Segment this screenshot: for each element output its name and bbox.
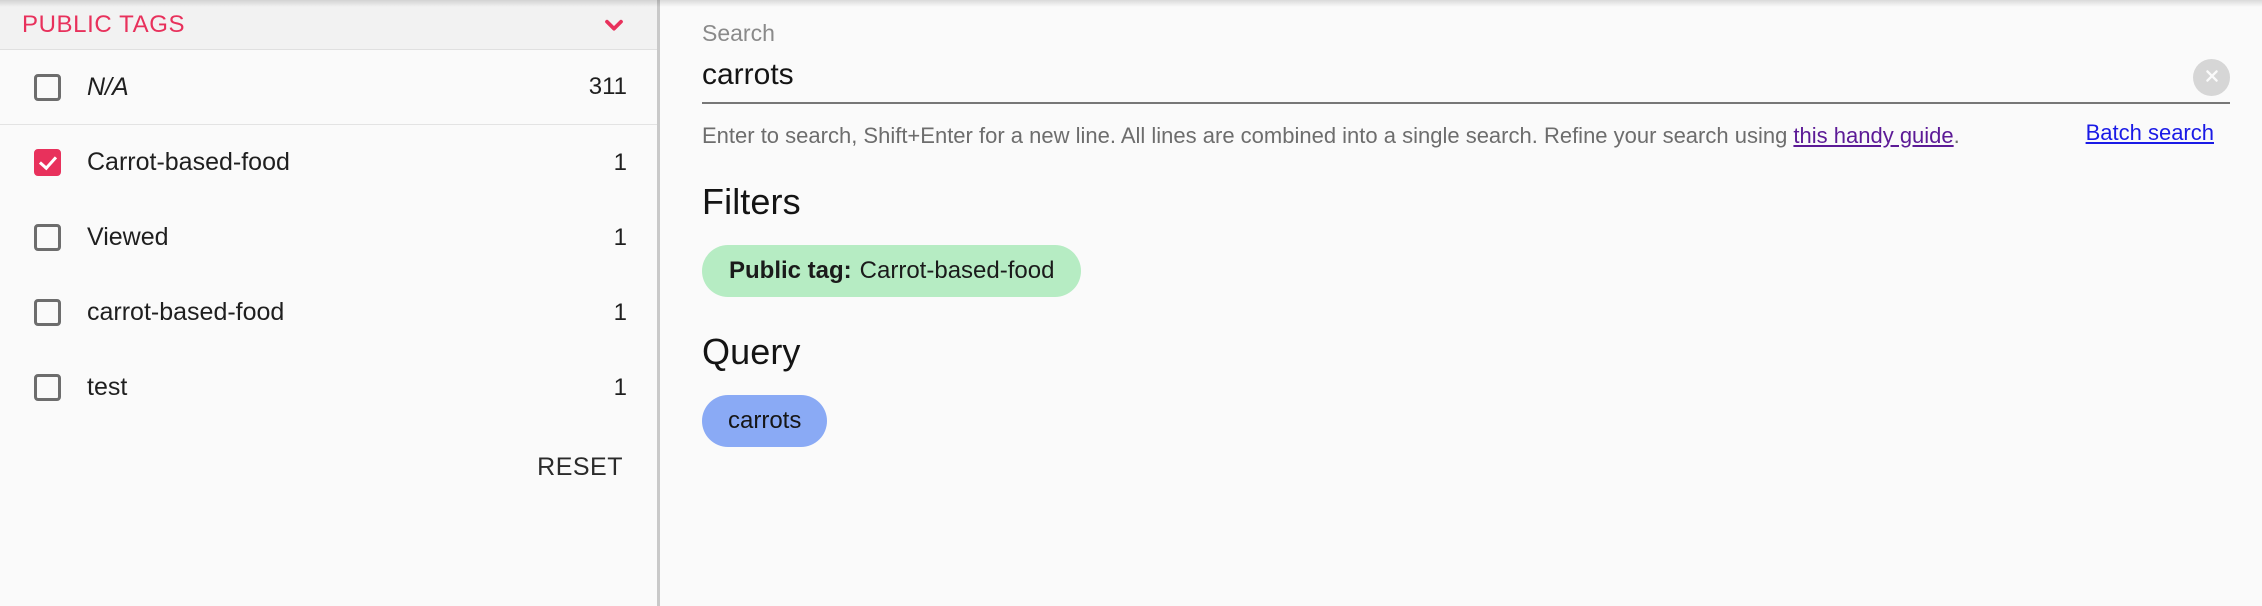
query-chips-row: carrots [702, 373, 2230, 448]
search-helper-row: Enter to search, Shift+Enter for a new l… [702, 104, 2230, 152]
clear-search-button[interactable] [2193, 58, 2230, 96]
search-field-row [702, 58, 2230, 104]
facet-row[interactable]: test 1 [0, 350, 657, 425]
facet-row[interactable]: carrot-based-food 1 [0, 275, 657, 350]
helper-text-after: . [1953, 122, 1960, 148]
filter-chip-prefix: Public tag: [729, 257, 852, 285]
facet-row-label: N/A [87, 72, 129, 101]
query-chip[interactable]: carrots [702, 395, 828, 448]
facet-row-count: 1 [613, 223, 627, 251]
facet-row-count: 1 [613, 373, 627, 401]
helper-text-before: Enter to search, Shift+Enter for a new l… [702, 122, 1794, 148]
search-label: Search [702, 20, 775, 46]
search-page: PUBLIC TAGS N/A 311 Carrot-based-food 1 View… [0, 0, 2262, 606]
search-block: Search [702, 22, 2230, 104]
facets-sidebar: PUBLIC TAGS N/A 311 Carrot-based-food 1 View… [0, 0, 660, 606]
batch-search-link[interactable]: Batch search [2086, 120, 2214, 146]
facet-row[interactable]: N/A 311 [0, 50, 657, 125]
checkbox-unchecked[interactable] [34, 73, 61, 101]
chevron-down-icon[interactable] [599, 10, 629, 40]
filter-chips-row: Public tag: Carrot-based-food [702, 223, 2230, 298]
facet-row-count: 1 [613, 148, 627, 176]
search-input[interactable] [702, 59, 2160, 91]
reset-button[interactable]: RESET [533, 447, 627, 488]
facet-row-label: Viewed [87, 223, 169, 251]
checkbox-checked[interactable] [34, 149, 61, 176]
search-helper-text: Enter to search, Shift+Enter for a new l… [702, 120, 2132, 152]
facet-list: N/A 311 Carrot-based-food 1 Viewed 1 carrot-ba… [0, 50, 657, 425]
facet-row-label: carrot-based-food [87, 298, 285, 326]
facet-header-public-tags[interactable]: PUBLIC TAGS [0, 0, 657, 50]
reset-row: RESET [0, 425, 657, 488]
search-guide-link[interactable]: this handy guide [1793, 123, 1953, 148]
query-heading: Query [702, 331, 801, 373]
filters-heading: Filters [702, 181, 801, 223]
facet-row-label: test [87, 373, 128, 401]
facet-row-count: 311 [588, 73, 627, 100]
close-icon [2201, 65, 2223, 90]
search-main-panel: Search Enter to search, Shift+Enter for … [660, 0, 2262, 606]
checkbox-unchecked[interactable] [34, 299, 61, 326]
filter-chip-value: Carrot-based-food [859, 257, 1055, 285]
facet-title: PUBLIC TAGS [22, 10, 186, 38]
checkbox-unchecked[interactable] [34, 224, 61, 251]
filter-chip[interactable]: Public tag: Carrot-based-food [702, 245, 1082, 298]
checkbox-unchecked[interactable] [34, 374, 61, 401]
facet-row[interactable]: Viewed 1 [0, 200, 657, 275]
facet-row[interactable]: Carrot-based-food 1 [0, 125, 657, 200]
facet-row-label: Carrot-based-food [87, 148, 290, 176]
facet-row-count: 1 [613, 298, 627, 326]
